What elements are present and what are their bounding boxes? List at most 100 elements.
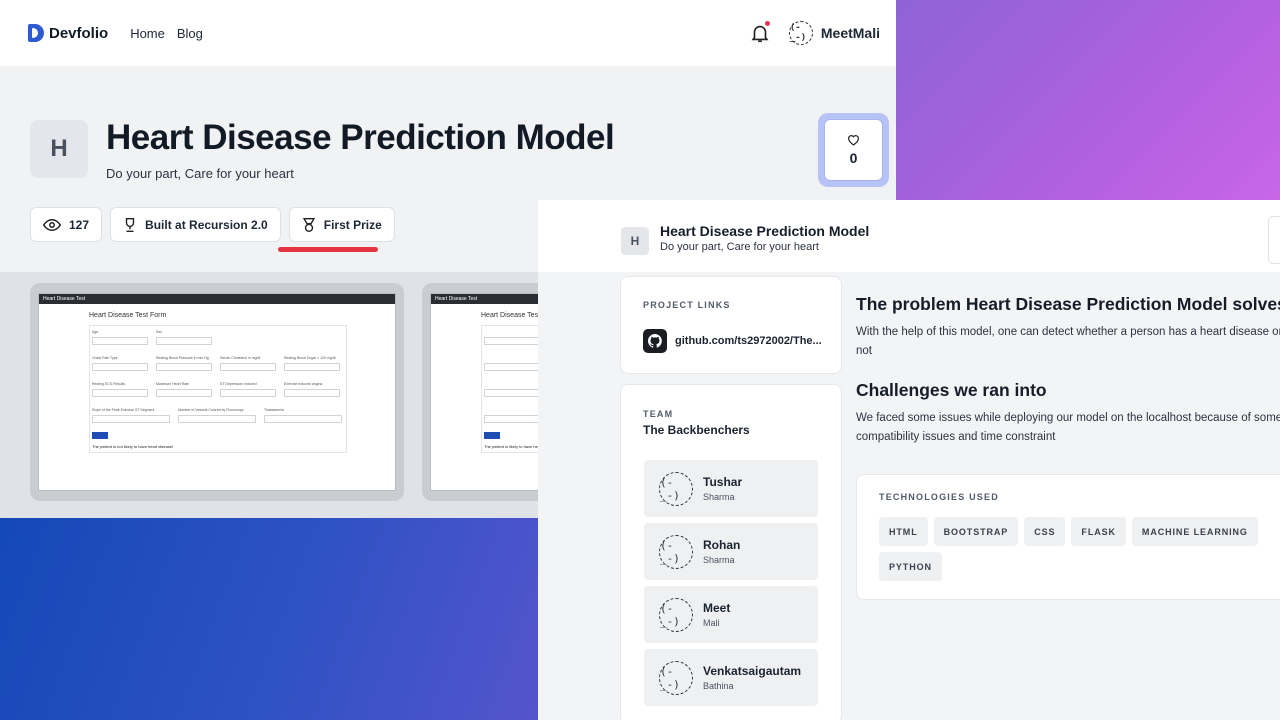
- project-tagline: Do your part, Care for your heart: [106, 166, 294, 181]
- hackathon-chip[interactable]: Built at Recursion 2.0: [110, 207, 281, 242]
- tech-tag[interactable]: CSS: [1024, 517, 1066, 546]
- project-avatar: H: [30, 120, 88, 178]
- member-last-name: Bathina: [703, 681, 734, 691]
- form-field: [484, 415, 540, 423]
- detail-project-title: Heart Disease Prediction Model: [660, 223, 870, 239]
- member-last-name: Mali: [703, 618, 720, 628]
- form-field: [484, 337, 540, 345]
- devfolio-logo-icon: [28, 24, 44, 42]
- project-links-card: PROJECT LINKS github.com/ts2972002/The..…: [620, 276, 842, 374]
- form-label: Maximum Heart Rate: [156, 382, 190, 386]
- form-field: [220, 389, 276, 397]
- member-first-name: Tushar: [703, 475, 743, 489]
- project-header: H Heart Disease Prediction Model Do your…: [30, 120, 615, 181]
- notification-bell-icon[interactable]: [749, 21, 771, 44]
- form-label: Number of Vessels Colored by Flourosopy: [178, 408, 244, 412]
- form-card: Age Sex Chest Pain Type Resting Blood Pr…: [89, 325, 347, 453]
- problem-text: With the help of this model, one can det…: [856, 326, 1280, 357]
- nav-link-blog[interactable]: Blog: [177, 26, 203, 41]
- team-member[interactable]: (-_-) Meet Mali: [644, 586, 818, 643]
- member-first-name: Rohan: [703, 538, 741, 552]
- form-label: Slope of the Peak Exercise ST Segment: [92, 408, 155, 412]
- brand-name: Devfolio: [49, 24, 109, 42]
- like-button-wrapper: 0: [818, 113, 889, 187]
- form-field: [156, 389, 212, 397]
- form-label: Resting Blood Pressure in mm Hg: [156, 356, 209, 360]
- form-field: [284, 389, 340, 397]
- devfolio-logo[interactable]: Devfolio: [28, 24, 108, 42]
- github-repo-text: github.com/ts2972002/The...: [675, 335, 822, 347]
- project-detail-window: H Heart Disease Prediction Model Do your…: [538, 200, 1280, 720]
- blue-gradient-background: [0, 518, 540, 720]
- team-card: TEAM The Backbenchers (-_-) Tushar Sharma…: [620, 384, 842, 720]
- nav-link-home[interactable]: Home: [130, 26, 165, 41]
- detail-header: H Heart Disease Prediction Model Do your…: [538, 200, 1280, 272]
- top-navbar: Devfolio Home Blog (-_-) MeetMali: [0, 0, 896, 66]
- form-field: [220, 363, 276, 371]
- built-at-label: Built at Recursion 2.0: [145, 217, 268, 232]
- form-field: [264, 415, 342, 423]
- tech-tag[interactable]: BOOTSTRAP: [933, 517, 1019, 546]
- challenges-heading: Challenges we ran into: [856, 380, 1047, 400]
- github-repo-link[interactable]: github.com/ts2972002/The...: [643, 329, 822, 353]
- purple-gradient-background: [896, 0, 1280, 200]
- like-button-edge[interactable]: [1268, 216, 1280, 264]
- medal-icon: [302, 217, 315, 232]
- form-label: Thalassemia: [264, 408, 284, 412]
- form-title: Heart Disease Test Form: [89, 312, 167, 319]
- form-label: Chest Pain Type: [92, 356, 118, 360]
- form-result-note: The patient is likely to have heart: [484, 444, 543, 449]
- form-field: [156, 363, 212, 371]
- trophy-icon: [125, 217, 135, 232]
- member-last-name: Sharma: [703, 492, 735, 502]
- prize-highlight-underline: [278, 247, 378, 252]
- form-field: [284, 363, 340, 371]
- member-first-name: Venkatsaigautam: [703, 664, 802, 678]
- detail-project-tagline: Do your part, Care for your heart: [660, 241, 819, 253]
- username: MeetMali: [820, 25, 880, 41]
- views-count: 127: [69, 217, 90, 232]
- screenshot-title-bar: Heart Disease Test: [39, 294, 395, 304]
- eye-icon: [43, 218, 61, 231]
- team-member[interactable]: (-_-) Tushar Sharma: [644, 460, 818, 517]
- technologies-card: TECHNOLOGIES USED HTML BOOTSTRAP CSS FLA…: [856, 474, 1280, 600]
- member-avatar: (-_-): [659, 471, 693, 506]
- technologies-label: TECHNOLOGIES USED: [879, 492, 999, 502]
- tech-tag[interactable]: MACHINE LEARNING: [1131, 517, 1258, 546]
- project-description: The problem Heart Disease Prediction Mod…: [856, 294, 1280, 446]
- form-label: Resting ECG Results: [92, 382, 126, 386]
- form-field: [484, 363, 540, 371]
- problem-heading: The problem Heart Disease Prediction Mod…: [856, 294, 1280, 314]
- team-name: The Backbenchers: [643, 423, 750, 437]
- gallery-screenshot[interactable]: Heart Disease Test Heart Disease Test Fo…: [30, 283, 404, 501]
- notification-dot: [764, 21, 770, 26]
- form-result-button: [484, 432, 500, 439]
- heart-icon: [848, 135, 859, 146]
- tech-tag[interactable]: FLASK: [1071, 517, 1126, 546]
- tech-tag[interactable]: PYTHON: [879, 552, 942, 581]
- like-button[interactable]: 0: [824, 119, 883, 181]
- user-menu[interactable]: (-_-) MeetMali: [788, 21, 880, 45]
- user-avatar: (-_-): [788, 21, 813, 45]
- member-avatar: (-_-): [659, 534, 693, 569]
- form-field: [178, 415, 256, 423]
- github-icon: [643, 329, 667, 353]
- technology-tags: HTML BOOTSTRAP CSS FLASK MACHINE LEARNIN…: [879, 517, 1280, 581]
- form-field: [156, 337, 212, 345]
- team-member[interactable]: (-_-) Rohan Sharma: [644, 523, 818, 580]
- team-label: TEAM: [643, 409, 674, 419]
- form-label: Age: [92, 330, 99, 334]
- member-avatar: (-_-): [659, 597, 693, 632]
- form-label: Resting Blood Sugar > 120 mg/dl: [284, 356, 336, 360]
- team-member[interactable]: (-_-) Venkatsaigautam Bathina: [644, 649, 818, 706]
- member-last-name: Sharma: [703, 555, 735, 565]
- form-field: [92, 415, 170, 423]
- form-field: [92, 389, 148, 397]
- prize-chip[interactable]: First Prize: [288, 207, 395, 242]
- form-label: ST Depression Induced: [220, 382, 257, 386]
- form-result-note: The patient is not likely to have heart …: [92, 444, 174, 449]
- form-label: Exercise Induced angina: [284, 382, 323, 386]
- form-label: Sex: [156, 330, 163, 334]
- views-chip: 127: [30, 207, 103, 242]
- tech-tag[interactable]: HTML: [879, 517, 928, 546]
